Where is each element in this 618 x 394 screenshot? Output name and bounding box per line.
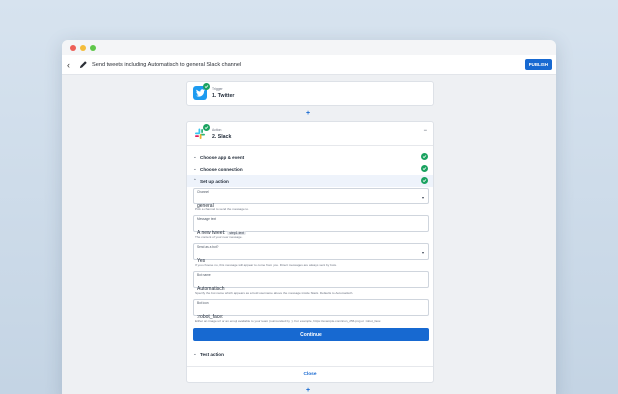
- message-help: The content of your new message.: [195, 235, 243, 239]
- check-icon: [421, 153, 428, 160]
- send-as-bot-help: If you choose no, this message will appe…: [195, 263, 337, 267]
- close-window-icon[interactable]: [70, 45, 76, 51]
- bot-name-input[interactable]: Bot name Automatisch: [193, 271, 429, 292]
- action-header[interactable]: Action 2. Slack −: [187, 122, 433, 146]
- add-step-button[interactable]: +: [306, 387, 310, 394]
- chevron-down-icon: ⌄: [193, 351, 197, 356]
- section-label: Choose connection: [200, 166, 243, 172]
- check-icon: [421, 177, 428, 184]
- chevron-down-icon: ⌄: [193, 166, 197, 171]
- channel-help: Pick a channel to send the message to.: [195, 207, 250, 211]
- channel-select[interactable]: Channel general ▾: [193, 188, 429, 209]
- caret-down-icon: ▾: [421, 195, 424, 200]
- channel-label: Channel: [197, 190, 209, 194]
- continue-button[interactable]: Continue: [193, 328, 429, 341]
- check-icon: [203, 124, 210, 131]
- send-as-bot-label: Send as a bot?: [197, 245, 219, 249]
- message-text-input[interactable]: Message text A new tweet: step1.text: [193, 215, 429, 236]
- app-window: ‹ Send tweets including Automatisch to g…: [62, 40, 556, 394]
- bot-name-help: Specify the bot name which appears as a …: [195, 291, 354, 295]
- section-label: Test action: [200, 351, 224, 357]
- bot-icon-help: Either an image url or an emoji availabl…: [195, 319, 382, 323]
- step-kind-label: Trigger: [212, 87, 223, 91]
- step-kind-label: Action: [212, 128, 222, 132]
- close-button[interactable]: Close: [303, 372, 316, 377]
- step-name: 1. Twitter: [212, 93, 235, 99]
- bot-name-label: Bot name: [197, 273, 211, 277]
- send-as-bot-select[interactable]: Send as a bot? Yes ▾: [193, 243, 429, 264]
- collapse-icon[interactable]: −: [423, 128, 427, 134]
- maximize-window-icon[interactable]: [90, 45, 96, 51]
- trigger-step-card[interactable]: Trigger 1. Twitter: [186, 81, 434, 106]
- caret-down-icon: ▾: [421, 250, 424, 255]
- section-choose-connection[interactable]: ⌄ Choose connection: [187, 163, 433, 175]
- section-choose-app[interactable]: ⌄ Choose app & event: [187, 151, 433, 163]
- chevron-left-icon[interactable]: ‹: [67, 60, 79, 70]
- chevron-up-icon: ⌃: [193, 178, 197, 183]
- publish-button[interactable]: PUBLISH: [524, 59, 552, 70]
- flow-title[interactable]: Send tweets including Automatisch to gen…: [92, 62, 241, 68]
- check-icon: [203, 83, 210, 90]
- chevron-down-icon: ⌄: [193, 154, 197, 159]
- window-titlebar: [62, 40, 556, 55]
- editor-toolbar: ‹ Send tweets including Automatisch to g…: [62, 55, 556, 75]
- minimize-window-icon[interactable]: [80, 45, 86, 51]
- editor-canvas: Trigger 1. Twitter + Action 2. Slack − ⌄…: [62, 75, 556, 394]
- message-label: Message text: [197, 217, 216, 221]
- close-row: Close: [187, 366, 433, 382]
- step-name: 2. Slack: [212, 134, 232, 140]
- section-label: Choose app & event: [200, 154, 245, 160]
- bot-icon-input[interactable]: Bot icon :robot_face:: [193, 299, 429, 320]
- pencil-icon[interactable]: [79, 60, 88, 69]
- action-step-card: Action 2. Slack − ⌄ Choose app & event ⌄…: [186, 121, 434, 383]
- add-step-button[interactable]: +: [306, 110, 310, 117]
- section-setup-action[interactable]: ⌃ Set up action: [187, 175, 433, 187]
- section-test-action[interactable]: ⌄ Test action: [187, 348, 433, 360]
- check-icon: [421, 165, 428, 172]
- section-label: Set up action: [200, 178, 229, 184]
- bot-icon-label: Bot icon: [197, 301, 209, 305]
